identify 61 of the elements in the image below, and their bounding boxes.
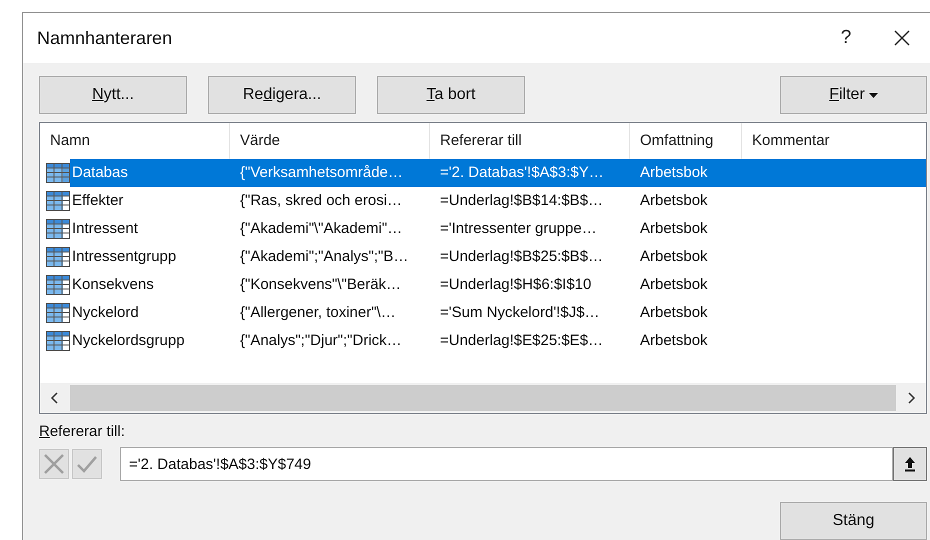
- scroll-left-icon[interactable]: [50, 392, 60, 404]
- table-cell-text: Arbetsbok: [639, 218, 709, 239]
- horizontal-scrollbar[interactable]: [40, 383, 926, 413]
- filter-button[interactable]: Filter: [780, 76, 927, 114]
- window-title: Namnhanteraren: [37, 26, 174, 50]
- table-row[interactable]: Konsekvens {"Konsekvens"\"Beräk… =Underlag!$H$6:$I$10 Arbetsbok: [70, 271, 926, 299]
- refers-to-field[interactable]: ='2. Databas'!$A$3:$Y$749: [120, 447, 893, 481]
- table-cell-text: ='Sum Nyckelord'!$J$…: [439, 302, 601, 323]
- table-cell-text: ='2. Databas'!$A$3:$Y…: [439, 162, 605, 183]
- table-cell-text: Konsekvens: [71, 274, 155, 295]
- field-label: Refererar till:: [39, 422, 126, 442]
- table-cell-text: Arbetsbok: [639, 246, 709, 267]
- toolbar-button[interactable]: Redigera...: [208, 76, 356, 114]
- table-cell-text: {"Ras, skred och erosi…: [239, 190, 404, 211]
- table-cell-text: Intressent: [71, 218, 139, 239]
- table-icon: [46, 163, 70, 183]
- cross-icon: [43, 453, 65, 475]
- table-cell-text: Arbetsbok: [639, 330, 709, 351]
- table-cell-text: ='Intressenter gruppe…: [439, 218, 598, 239]
- table-cell-text: Intressentgrupp: [71, 246, 178, 267]
- table-icon: [46, 275, 70, 295]
- table-cell-text: =Underlag!$B$25:$B$…: [439, 246, 604, 267]
- column-header[interactable]: Kommentar: [742, 123, 926, 159]
- collapse-button[interactable]: [893, 447, 927, 481]
- table-cell-text: {"Analys";"Djur";"Drick…: [239, 330, 403, 351]
- table-row[interactable]: Effekter {"Ras, skred och erosi… =Underlag!$B$14:$B$… Arbetsbok: [70, 187, 926, 215]
- toolbar-button[interactable]: Nytt...: [39, 76, 187, 114]
- table-cell-text: Arbetsbok: [639, 274, 709, 295]
- table-row[interactable]: Intressent {"Akademi"\"Akademi"… ='Intressenter gruppe… Arbetsbok: [70, 215, 926, 243]
- close-button[interactable]: Stäng: [780, 502, 927, 540]
- table-cell-text: Effekter: [71, 190, 124, 211]
- scrollbar-thumb[interactable]: [70, 385, 896, 411]
- table-icon: [46, 219, 70, 239]
- table-cell-text: Nyckelordsgrupp: [71, 330, 186, 351]
- table-cell-text: Nyckelord: [71, 302, 140, 323]
- table-icon: [46, 303, 70, 323]
- table-icon: [46, 247, 70, 267]
- table-cell-text: =Underlag!$E$25:$E$…: [439, 330, 604, 351]
- table-cell-text: {"Verksamhetsområde…: [239, 162, 404, 183]
- help-button[interactable]: ?: [828, 20, 864, 56]
- scroll-right-icon[interactable]: [906, 392, 916, 404]
- table-cell-text: Arbetsbok: [639, 302, 709, 323]
- table-cell-text: {"Akademi";"Analys";"B…: [239, 246, 410, 267]
- table-cell-text: Databas: [71, 162, 129, 183]
- caret-icon: [868, 92, 878, 98]
- table-row[interactable]: Databas {"Verksamhetsområde… ='2. Databas'!$A$3:$Y… Arbetsbok: [70, 159, 926, 187]
- table-row[interactable]: Intressentgrupp {"Akademi";"Analys";"B… =Underlag!$B$25:$B$… Arbetsbok: [70, 243, 926, 271]
- table-cell-text: Arbetsbok: [639, 162, 709, 183]
- table-cell-text: {"Akademi"\"Akademi"…: [239, 218, 404, 239]
- close-icon[interactable]: [894, 30, 910, 46]
- table-icon: [46, 331, 70, 351]
- table-cell-text: Arbetsbok: [639, 190, 709, 211]
- table-cell-text: =Underlag!$B$14:$B$…: [439, 190, 604, 211]
- table-row[interactable]: Nyckelord {"Allergener, toxiner"\… ='Sum Nyckelord'!$J$… Arbetsbok: [70, 299, 926, 327]
- table-cell-text: {"Allergener, toxiner"\…: [239, 302, 397, 323]
- toolbar-button[interactable]: Ta bort: [377, 76, 525, 114]
- table-row[interactable]: Nyckelordsgrupp {"Analys";"Djur";"Drick… =Underlag!$E$25:$E$… Arbetsbok: [70, 327, 926, 355]
- table-cell-text: {"Konsekvens"\"Beräk…: [239, 274, 402, 295]
- upload-icon: [904, 456, 916, 472]
- table-icon: [46, 191, 70, 211]
- table-cell-text: =Underlag!$H$6:$I$10: [439, 274, 592, 295]
